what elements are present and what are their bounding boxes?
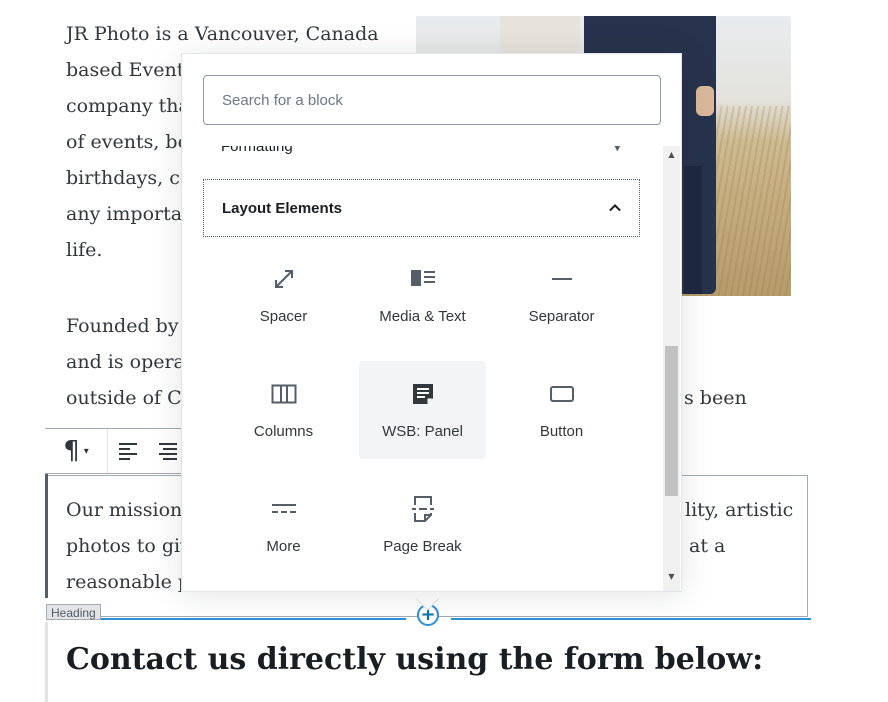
columns-icon [271, 384, 296, 404]
heading-block[interactable]: Contact us directly using the form below… [66, 642, 763, 677]
block-label: Page Break [383, 538, 462, 555]
paragraph-line: and is opera [66, 351, 185, 373]
block-button[interactable]: Button [498, 361, 625, 459]
block-label: WSB: Panel [382, 423, 463, 440]
block-wsb-panel[interactable]: WSB: Panel [359, 361, 486, 459]
block-label: Columns [253, 423, 314, 440]
block-spacer[interactable]: Spacer [220, 246, 347, 344]
photo-leg [684, 166, 702, 294]
resize-arrows-icon [274, 270, 293, 288]
block-label: Media & Text [379, 308, 466, 325]
block-columns[interactable]: Columns [220, 361, 347, 459]
paragraph-line: JR Photo is a Vancouver, Canada [66, 23, 379, 45]
block-page-break[interactable]: Page Break [359, 476, 486, 574]
paragraph-mission-right: lity, artistic at a [685, 492, 793, 564]
insertion-line-right [451, 618, 811, 620]
paragraph-line: at a [689, 535, 726, 557]
paragraph-line: outside of Ca [66, 387, 193, 409]
photo-dress [500, 16, 580, 56]
category-label: Layout Elements [222, 199, 343, 217]
paragraph-line: Our mission [66, 499, 183, 521]
block-inserter-popover: Formatting ▼ Layout Elements Spacer Medi… [181, 53, 682, 592]
block-separator[interactable]: Separator [498, 246, 625, 344]
align-center-icon [159, 443, 177, 460]
photo-hand [696, 86, 714, 116]
block-type-label: Heading [46, 604, 101, 620]
page-break-icon [411, 496, 434, 522]
category-label: Formatting [221, 146, 293, 155]
scroll-down-arrow-icon[interactable]: ▼ [663, 572, 680, 586]
paragraph-line: reasonable p [66, 571, 191, 593]
panel-icon [412, 384, 433, 404]
paragraph-founded[interactable]: Founded by and is opera outside of Ca [66, 308, 193, 416]
scroll-up-arrow-icon[interactable]: ▲ [663, 150, 680, 164]
chevron-up-icon [609, 203, 621, 212]
category-layout-elements-toggle[interactable]: Layout Elements [203, 179, 640, 237]
align-left-icon [119, 443, 137, 460]
paragraph-line: photos to giv [66, 535, 191, 557]
paragraph-founded-right: s been [684, 387, 747, 409]
scrollbar-thumb[interactable] [665, 346, 678, 496]
align-left-button[interactable] [108, 429, 148, 473]
block-label: Separator [528, 308, 595, 325]
heading-block-indicator [45, 622, 48, 702]
block-search-input[interactable] [203, 75, 661, 125]
block-media-text[interactable]: Media & Text [359, 246, 486, 344]
media-text-icon [410, 270, 435, 286]
paragraph-mission[interactable]: Our mission photos to giv reasonable p [66, 492, 191, 600]
paragraph-line: Founded by [66, 315, 179, 337]
block-more[interactable]: More [220, 476, 347, 574]
paragraph-line: lity, artistic [685, 499, 794, 521]
block-type-switcher[interactable]: ¶ ▾ [45, 429, 108, 473]
block-toolbar: ¶ ▾ [45, 428, 195, 474]
separator-icon [551, 278, 572, 280]
more-icon [271, 504, 296, 513]
inserter-panel[interactable]: Formatting ▼ Layout Elements Spacer Medi… [182, 146, 681, 591]
caret-down-icon: ▾ [83, 445, 89, 457]
paragraph-icon: ¶ [63, 436, 80, 466]
block-label: More [266, 538, 301, 555]
button-icon [549, 386, 574, 402]
block-label: Spacer [259, 308, 308, 325]
category-formatting-toggle[interactable]: Formatting ▼ [203, 146, 640, 158]
caret-down-icon: ▼ [612, 146, 622, 153]
block-label: Button [539, 423, 584, 440]
